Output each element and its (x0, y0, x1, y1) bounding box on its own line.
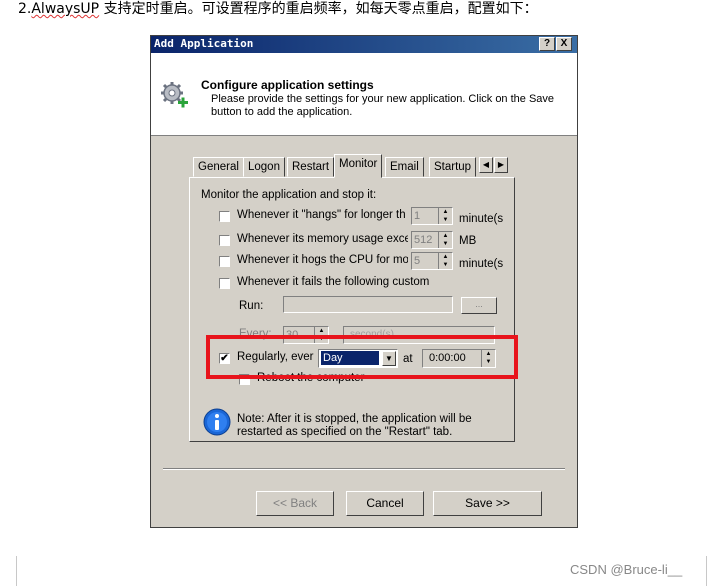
tab-scroll-left-icon[interactable]: ◀ (479, 157, 493, 173)
hangs-checkbox[interactable] (219, 211, 230, 222)
monitor-heading: Monitor the application and stop it: (201, 189, 377, 201)
caption-text: 支持定时重启。可设置程序的重启频率，如每天零点重启，配置如下： (99, 1, 538, 17)
hangs-unit: minute(s (459, 213, 504, 225)
cpu-spinner[interactable]: 5 ▲ ▼ (411, 252, 453, 270)
header-description: Please provide the settings for your new… (211, 93, 555, 118)
caption-prefix: 2. (18, 1, 32, 17)
memory-value: 512 (414, 234, 433, 246)
hangs-value: 1 (414, 210, 421, 222)
tab-monitor[interactable]: Monitor (334, 154, 383, 178)
gear-plus-icon (161, 82, 188, 108)
memory-checkbox[interactable] (219, 235, 230, 246)
memory-unit: MB (459, 235, 477, 247)
browse-button[interactable]: ... (461, 297, 497, 314)
tab-logon[interactable]: Logon (243, 157, 285, 177)
info-icon (203, 408, 231, 436)
cancel-button[interactable]: Cancel (346, 491, 424, 516)
dialog-titlebar[interactable]: Add Application ? X (151, 36, 577, 53)
memory-spinner[interactable]: 512 ▲ ▼ (411, 231, 453, 249)
tab-general[interactable]: General (193, 157, 244, 177)
hangs-label: Whenever it "hangs" for longer th (237, 209, 406, 221)
add-application-dialog: Add Application ? X Configure applicatio… (150, 35, 578, 528)
cpu-value: 5 (414, 255, 421, 267)
divider (163, 468, 565, 470)
hangs-spinner[interactable]: 1 ▲ ▼ (411, 207, 453, 225)
run-label: Run: (239, 300, 264, 312)
cpu-checkbox[interactable] (219, 256, 230, 267)
save-button[interactable]: Save >> (433, 491, 542, 516)
custom-checkbox[interactable] (219, 278, 230, 289)
dialog-title: Add Application (154, 37, 254, 50)
caption-app-name: AlwaysUP (31, 1, 100, 17)
memory-label: Whenever its memory usage exce (237, 233, 408, 245)
tab-restart[interactable]: Restart (287, 157, 335, 177)
highlight-box (206, 335, 518, 379)
cpu-unit: minute(s (459, 258, 504, 270)
doc-caption: 2.AlwaysUP 支持定时重启。可设置程序的重启频率，如每天零点重启，配置如… (18, 0, 538, 18)
back-button[interactable]: << Back (256, 491, 334, 516)
watermark: CSDN @Bruce-li__ (570, 562, 683, 577)
page-corner-right (706, 556, 715, 586)
help-button[interactable]: ? (539, 37, 555, 51)
tab-email[interactable]: Email (385, 157, 424, 177)
run-input[interactable] (283, 296, 453, 313)
page-corner-left (0, 556, 17, 586)
tab-scroll-right-icon[interactable]: ▶ (494, 157, 508, 173)
spin-arrows-icon[interactable]: ▲ ▼ (438, 253, 452, 269)
spin-arrows-icon[interactable]: ▲ ▼ (438, 232, 452, 248)
close-button[interactable]: X (556, 37, 572, 51)
tab-startup[interactable]: Startup (429, 157, 477, 177)
cpu-label: Whenever it hogs the CPU for mor (237, 254, 408, 266)
monitor-note: Note: After it is stopped, the applicati… (237, 413, 472, 438)
custom-label: Whenever it fails the following custom (237, 276, 430, 288)
header-title: Configure application settings (201, 78, 374, 92)
spin-arrows-icon[interactable]: ▲ ▼ (438, 208, 452, 224)
